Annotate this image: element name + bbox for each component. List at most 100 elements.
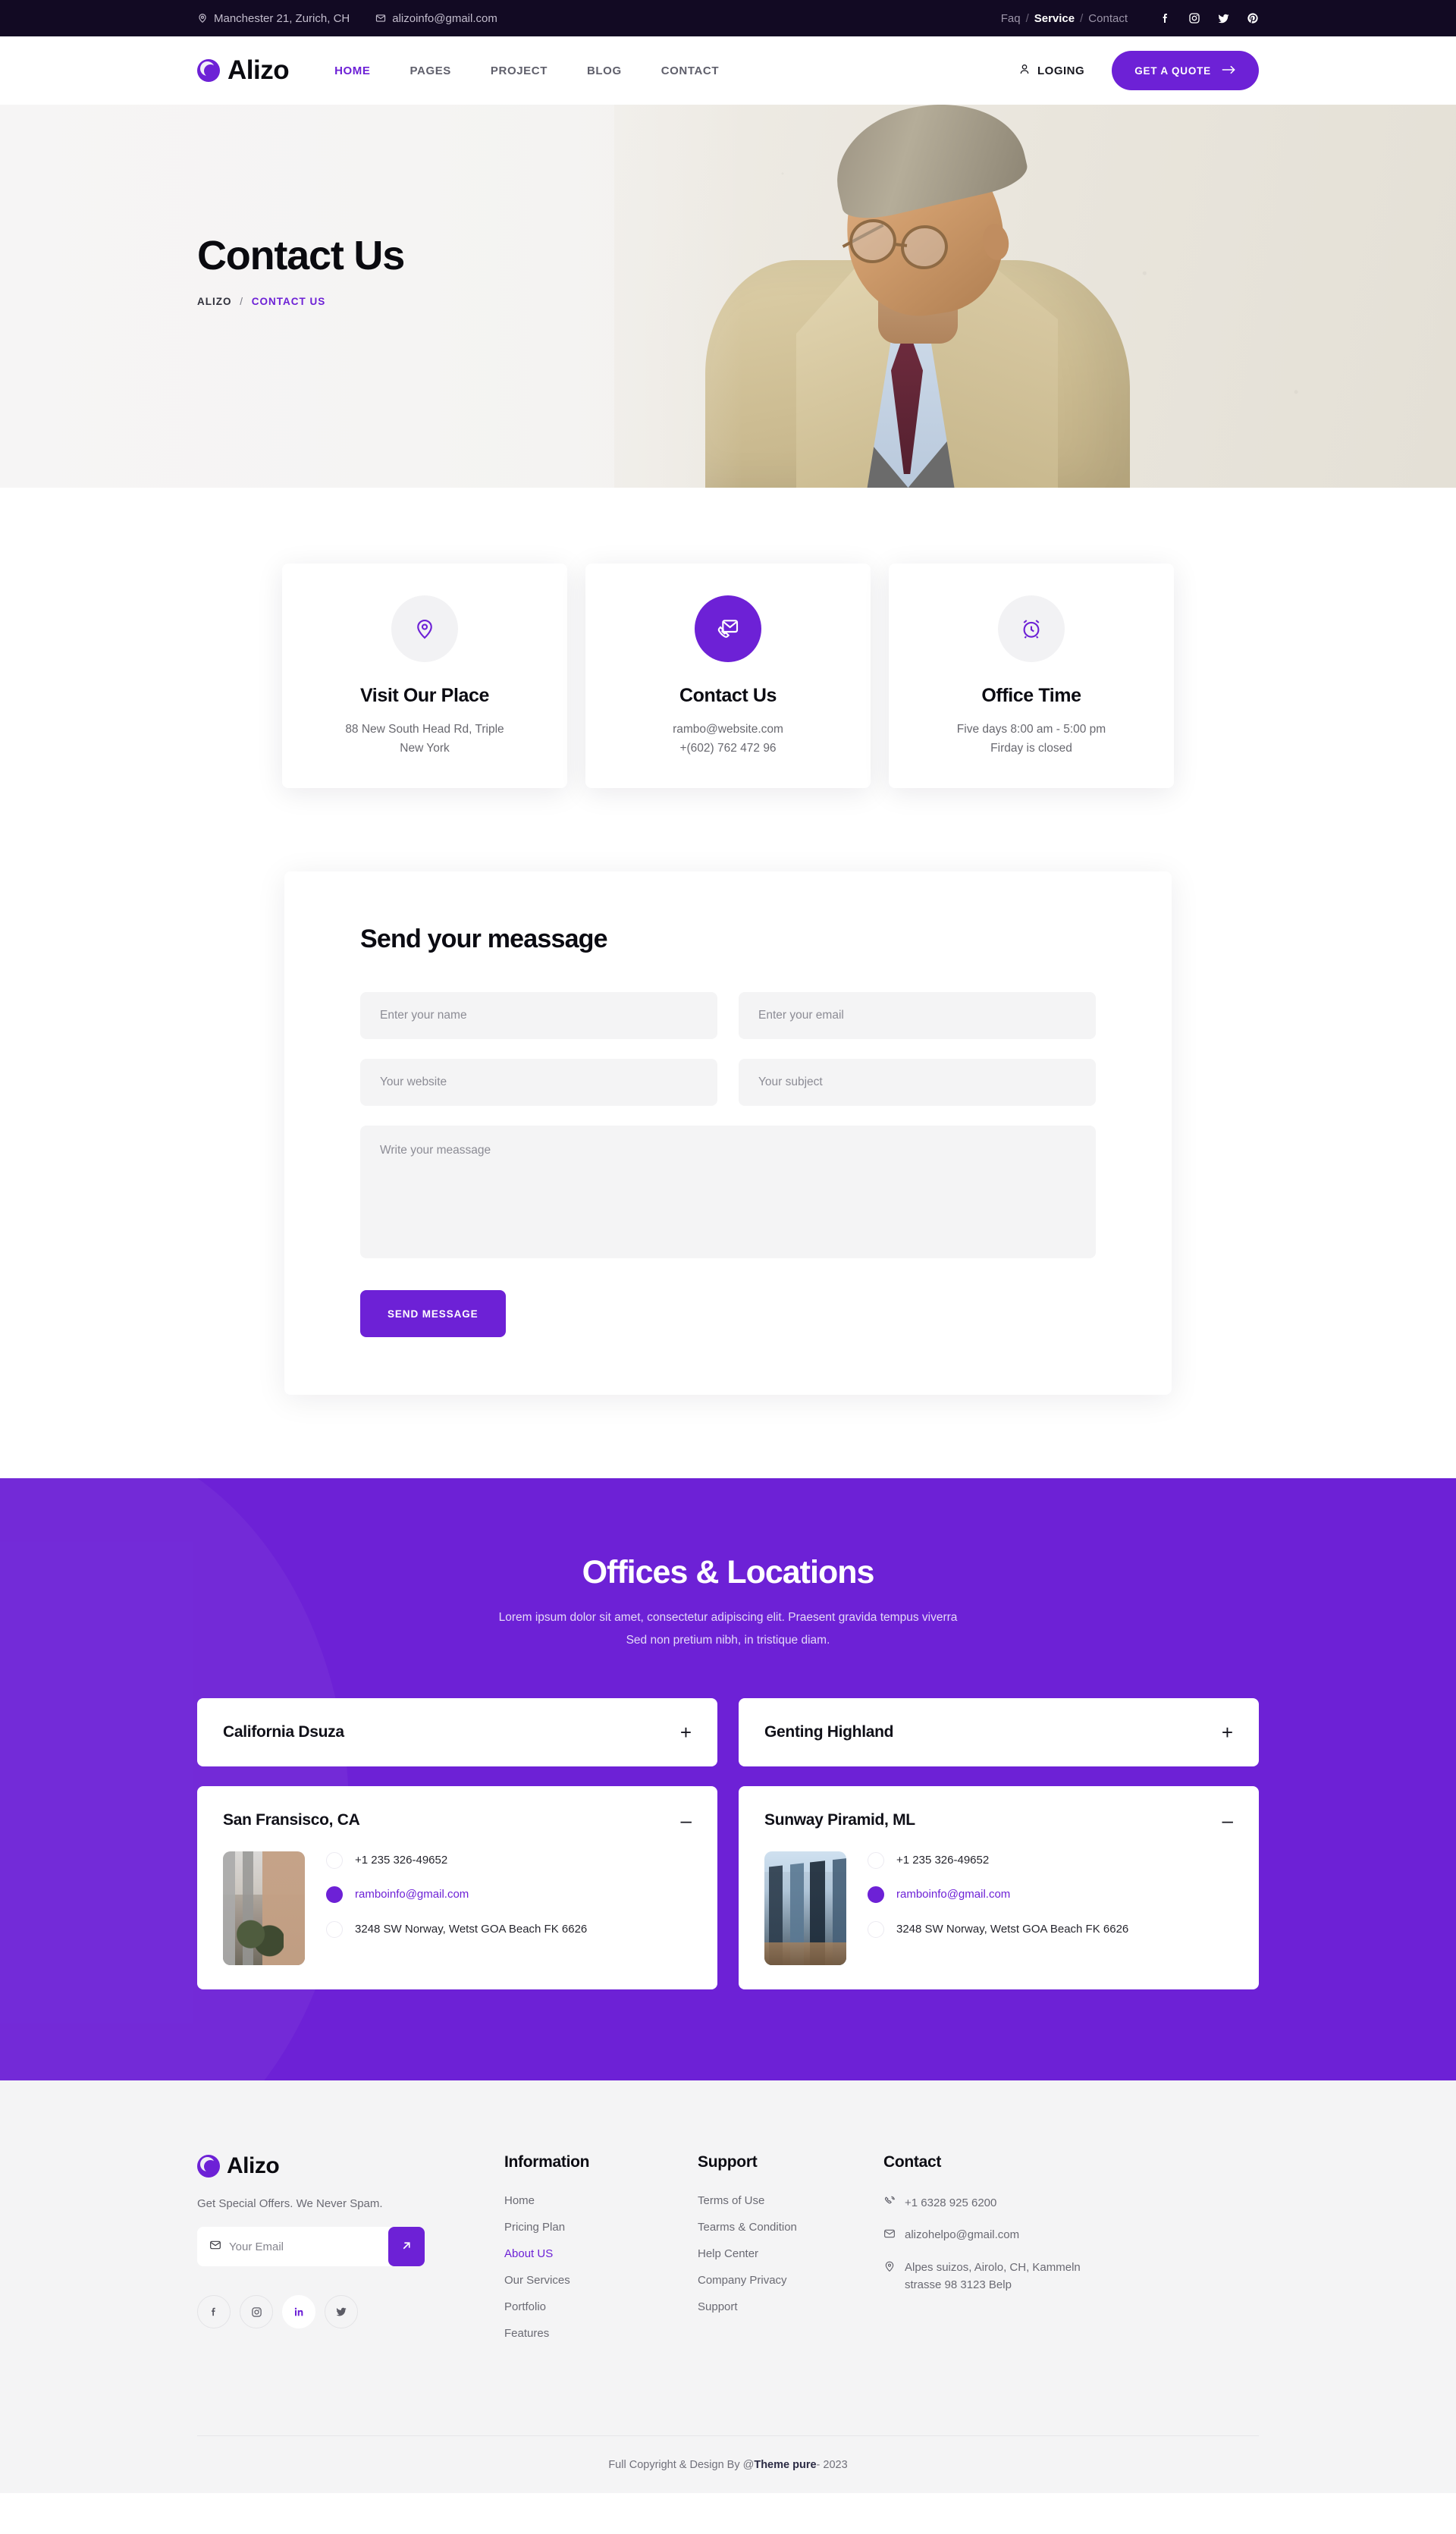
- accordion-sunway-piramid-ml: Sunway Piramid, ML – +1 235 326-49652 ra…: [739, 1786, 1259, 1990]
- twitter-icon[interactable]: [1217, 12, 1230, 25]
- topbar-sep-1: /: [1025, 11, 1029, 25]
- accordion-body: +1 235 326-49652 ramboinfo@gmail.com 324…: [223, 1851, 692, 1966]
- footer-link-our-services[interactable]: Our Services: [504, 2274, 570, 2287]
- topbar-link-faq[interactable]: Faq: [1001, 12, 1021, 25]
- topbar-link-contact[interactable]: Contact: [1088, 12, 1128, 25]
- footer-link-portfolio[interactable]: Portfolio: [504, 2300, 546, 2313]
- topbar-links: Faq / Service / Contact: [1001, 12, 1128, 25]
- map-pin-icon: [326, 1920, 343, 1938]
- accordion-header[interactable]: Sunway Piramid, ML –: [764, 1810, 1233, 1830]
- plus-icon[interactable]: +: [1222, 1722, 1233, 1742]
- message-textarea[interactable]: [360, 1126, 1096, 1259]
- office-email[interactable]: ramboinfo@gmail.com: [896, 1886, 1010, 1903]
- topbar-link-service[interactable]: Service: [1034, 12, 1075, 25]
- accordion-genting-highland: Genting Highland +: [739, 1698, 1259, 1767]
- send-message-button[interactable]: SEND MESSAGE: [360, 1290, 506, 1338]
- list-item: Portfolio: [504, 2300, 698, 2314]
- main-nav: HOME PAGES PROJECT BLOG CONTACT: [334, 64, 719, 77]
- topbar-sep-2: /: [1080, 11, 1084, 25]
- offices-header: Offices & Locations Lorem ipsum dolor si…: [197, 1554, 1259, 1651]
- brand-name: Alizo: [228, 55, 290, 85]
- footer-phone-row[interactable]: +1 6328 925 6200: [883, 2194, 1259, 2213]
- copyright-brand[interactable]: Theme pure: [754, 2459, 816, 2471]
- footer-link-home[interactable]: Home: [504, 2194, 535, 2207]
- mail-phone-icon: [695, 595, 761, 662]
- footer-link-support[interactable]: Support: [698, 2300, 738, 2313]
- form-title: Send your meassage: [360, 925, 608, 954]
- facebook-icon[interactable]: [197, 2295, 231, 2329]
- nav-item-home[interactable]: HOME: [334, 64, 370, 77]
- accordion-header[interactable]: Genting Highland +: [764, 1722, 1233, 1742]
- breadcrumb-root[interactable]: ALIZO: [197, 296, 232, 307]
- minus-icon[interactable]: –: [681, 1810, 692, 1830]
- accordion-body: +1 235 326-49652 ramboinfo@gmail.com 324…: [764, 1851, 1233, 1966]
- website-input[interactable]: [360, 1059, 717, 1107]
- footer-link-pricing-plan[interactable]: Pricing Plan: [504, 2221, 565, 2234]
- newsletter-submit-button[interactable]: [388, 2227, 425, 2267]
- footer-link-about-us[interactable]: About US: [504, 2247, 553, 2260]
- info-card-line2: Firday is closed: [990, 742, 1072, 755]
- breadcrumb-separator: /: [240, 296, 244, 307]
- office-phone-row: +1 235 326-49652: [326, 1851, 692, 1870]
- newsletter-email-input[interactable]: [229, 2240, 388, 2253]
- map-pin-icon: [197, 13, 208, 24]
- facebook-icon[interactable]: [1159, 12, 1172, 24]
- arrow-right-icon: [1222, 64, 1236, 77]
- contact-page: Manchester 21, Zurich, CH alizoinfo@gmai…: [0, 0, 1456, 2494]
- name-input[interactable]: [360, 992, 717, 1040]
- instagram-icon[interactable]: [1188, 12, 1200, 24]
- list-item: Tearms & Condition: [698, 2221, 883, 2234]
- office-email[interactable]: ramboinfo@gmail.com: [355, 1886, 469, 1903]
- footer-link-features[interactable]: Features: [504, 2327, 549, 2340]
- plus-icon[interactable]: +: [680, 1722, 692, 1742]
- contact-info-cards: Visit Our Place 88 New South Head Rd, Tr…: [0, 488, 1456, 789]
- accordion-header[interactable]: California Dsuza +: [223, 1722, 692, 1742]
- top-bar: Manchester 21, Zurich, CH alizoinfo@gmai…: [0, 0, 1456, 36]
- office-phone: +1 235 326-49652: [896, 1854, 990, 1867]
- subject-input[interactable]: [739, 1059, 1096, 1107]
- get-a-quote-button[interactable]: GET A QUOTE: [1112, 51, 1259, 90]
- accordion-title: Genting Highland: [764, 1723, 894, 1741]
- instagram-icon[interactable]: [240, 2295, 273, 2329]
- footer-logo[interactable]: Alizo: [197, 2153, 504, 2179]
- info-card-line1: Five days 8:00 am - 5:00 pm: [956, 723, 1106, 736]
- email-input[interactable]: [739, 992, 1096, 1040]
- footer-email: alizohelpo@gmail.com: [905, 2228, 1020, 2242]
- site-header: Alizo HOME PAGES PROJECT BLOG CONTACT LO…: [0, 36, 1456, 105]
- footer-column-heading: Support: [698, 2153, 758, 2171]
- office-email-row[interactable]: ramboinfo@gmail.com: [326, 1886, 692, 1904]
- list-item: About US: [504, 2247, 698, 2261]
- contact-form-card: Send your meassage SEND MESSAGE: [284, 871, 1172, 1396]
- accordion-title: California Dsuza: [223, 1723, 344, 1741]
- office-email-row[interactable]: ramboinfo@gmail.com: [868, 1886, 1233, 1904]
- nav-item-blog[interactable]: BLOG: [587, 64, 622, 77]
- footer-column-information: Information Home Pricing Plan About US O…: [504, 2153, 698, 2353]
- minus-icon[interactable]: –: [1222, 1810, 1233, 1830]
- envelope-icon: [375, 13, 386, 24]
- nav-item-pages[interactable]: PAGES: [410, 64, 451, 77]
- accordion-header[interactable]: San Fransisco, CA –: [223, 1810, 692, 1830]
- envelope-icon: [326, 1886, 343, 1904]
- linkedin-icon[interactable]: [282, 2295, 315, 2329]
- logo[interactable]: Alizo: [197, 55, 290, 86]
- login-button[interactable]: LOGING: [1018, 63, 1084, 78]
- footer-link-terms-condition[interactable]: Tearms & Condition: [698, 2221, 797, 2234]
- offices-desc-line2: Sed non pretium nibh, in tristique diam.: [626, 1633, 830, 1647]
- topbar-email[interactable]: alizoinfo@gmail.com: [375, 12, 497, 25]
- alizo-ring-icon: [197, 59, 220, 82]
- office-phone-row: +1 235 326-49652: [868, 1851, 1233, 1870]
- footer-link-company-privacy[interactable]: Company Privacy: [698, 2274, 787, 2287]
- office-thumbnail: [223, 1851, 305, 1966]
- nav-item-contact[interactable]: CONTACT: [661, 64, 719, 77]
- envelope-icon: [868, 1886, 884, 1904]
- top-bar-contact-group: Manchester 21, Zurich, CH alizoinfo@gmai…: [197, 12, 497, 25]
- nav-item-project[interactable]: PROJECT: [491, 64, 548, 77]
- pinterest-icon[interactable]: [1247, 12, 1259, 24]
- twitter-icon[interactable]: [325, 2295, 358, 2329]
- footer-column-support: Support Terms of Use Tearms & Condition …: [698, 2153, 883, 2353]
- list-item: Support: [698, 2300, 883, 2314]
- footer-link-help-center[interactable]: Help Center: [698, 2247, 758, 2260]
- footer-link-terms-of-use[interactable]: Terms of Use: [698, 2194, 764, 2207]
- login-label: LOGING: [1037, 64, 1085, 77]
- footer-email-row[interactable]: alizohelpo@gmail.com: [883, 2226, 1259, 2245]
